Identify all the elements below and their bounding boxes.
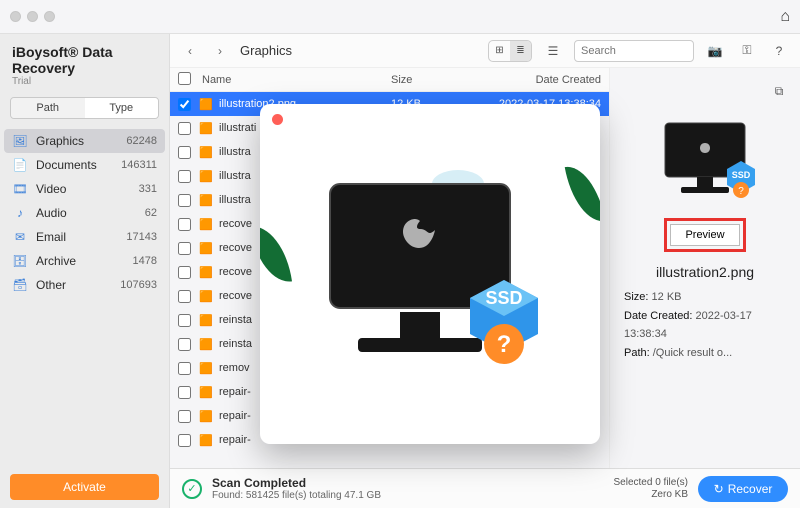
file-icon: 🟧	[199, 433, 213, 447]
row-checkbox[interactable]	[178, 194, 191, 207]
category-icon: 📄	[12, 158, 28, 172]
category-icon: 🗄	[12, 254, 28, 268]
status-sub: Found: 581425 file(s) totaling 47.1 GB	[212, 490, 381, 501]
file-icon: 🟧	[199, 193, 213, 207]
traffic-min[interactable]	[27, 11, 38, 22]
row-checkbox[interactable]	[178, 434, 191, 447]
file-icon: 🟧	[199, 289, 213, 303]
file-icon: 🟧	[199, 385, 213, 399]
camera-icon[interactable]: 📷	[704, 40, 726, 62]
row-checkbox[interactable]	[178, 266, 191, 279]
file-icon: 🟧	[199, 169, 213, 183]
select-all-checkbox[interactable]	[178, 72, 191, 85]
row-checkbox[interactable]	[178, 338, 191, 351]
row-checkbox[interactable]	[178, 218, 191, 231]
tab-path[interactable]: Path	[11, 98, 85, 118]
sidebar-item-email[interactable]: ✉Email17143	[0, 225, 169, 249]
preview-popup: SSD ?	[260, 104, 600, 444]
row-checkbox[interactable]	[178, 410, 191, 423]
col-size[interactable]: Size	[391, 74, 461, 86]
forward-icon[interactable]: ›	[210, 41, 230, 61]
svg-text:SSD: SSD	[485, 288, 522, 308]
sidebar-item-video[interactable]: 🎞Video331	[0, 177, 169, 201]
row-checkbox[interactable]	[178, 386, 191, 399]
activate-button[interactable]: Activate	[10, 474, 159, 500]
file-icon: 🟧	[199, 121, 213, 135]
file-icon: 🟧	[199, 265, 213, 279]
traffic-max[interactable]	[44, 11, 55, 22]
file-icon: 🟧	[199, 313, 213, 327]
back-icon[interactable]: ‹	[180, 41, 200, 61]
popup-close-icon[interactable]	[272, 114, 283, 125]
category-icon: ✉	[12, 230, 28, 244]
home-icon[interactable]: ⌂	[780, 8, 790, 26]
sidebar-item-documents[interactable]: 📄Documents146311	[0, 153, 169, 177]
app-title: iBoysoft® Data Recovery	[12, 44, 157, 76]
row-checkbox[interactable]	[178, 290, 191, 303]
traffic-close[interactable]	[10, 11, 21, 22]
sidebar-item-graphics[interactable]: 🖼Graphics62248	[4, 129, 165, 153]
svg-text:?: ?	[497, 331, 512, 358]
row-checkbox[interactable]	[178, 242, 191, 255]
recover-button[interactable]: ↻ Recover	[698, 476, 788, 502]
sidebar-item-archive[interactable]: 🗄Archive1478	[0, 249, 169, 273]
filter-icon[interactable]: ☰	[542, 40, 564, 62]
sidebar-item-audio[interactable]: ♪Audio62	[0, 201, 169, 225]
row-checkbox[interactable]	[178, 146, 191, 159]
col-name[interactable]: Name	[202, 74, 391, 86]
file-icon: 🟧	[199, 361, 213, 375]
file-icon: 🟧	[199, 97, 213, 111]
category-icon: 🗃	[12, 278, 28, 292]
search-input[interactable]	[574, 40, 694, 62]
status-ok-icon: ✓	[182, 479, 202, 499]
help-icon[interactable]: ?	[768, 40, 790, 62]
key-icon[interactable]: ⚿	[736, 40, 758, 62]
file-icon: 🟧	[199, 337, 213, 351]
sidebar-item-other[interactable]: 🗃Other107693	[0, 273, 169, 297]
preview-thumb: SSD ?	[630, 110, 780, 210]
category-icon: 🖼	[12, 134, 28, 148]
preview-button[interactable]: Preview	[670, 224, 739, 246]
row-checkbox[interactable]	[178, 122, 191, 135]
svg-text:?: ?	[738, 186, 744, 197]
row-checkbox[interactable]	[178, 314, 191, 327]
row-checkbox[interactable]	[178, 362, 191, 375]
details-filename: illustration2.png	[656, 264, 754, 280]
row-checkbox[interactable]	[178, 170, 191, 183]
row-checkbox[interactable]	[178, 98, 191, 111]
pop-out-icon[interactable]: ⧉	[768, 80, 790, 102]
svg-text:SSD: SSD	[732, 170, 751, 180]
selected-size: Zero KB	[614, 489, 688, 501]
category-icon: 🎞	[12, 182, 28, 196]
breadcrumb: Graphics	[240, 43, 292, 58]
status-title: Scan Completed	[212, 476, 381, 490]
tab-type[interactable]: Type	[85, 98, 159, 118]
selected-count: Selected 0 file(s)	[614, 477, 688, 489]
file-icon: 🟧	[199, 241, 213, 255]
category-icon: ♪	[12, 206, 28, 220]
file-icon: 🟧	[199, 145, 213, 159]
col-date[interactable]: Date Created	[461, 74, 601, 86]
view-toggle[interactable]: ⊞≣	[488, 40, 532, 62]
file-icon: 🟧	[199, 217, 213, 231]
app-subtitle: Trial	[12, 76, 157, 87]
file-icon: 🟧	[199, 409, 213, 423]
